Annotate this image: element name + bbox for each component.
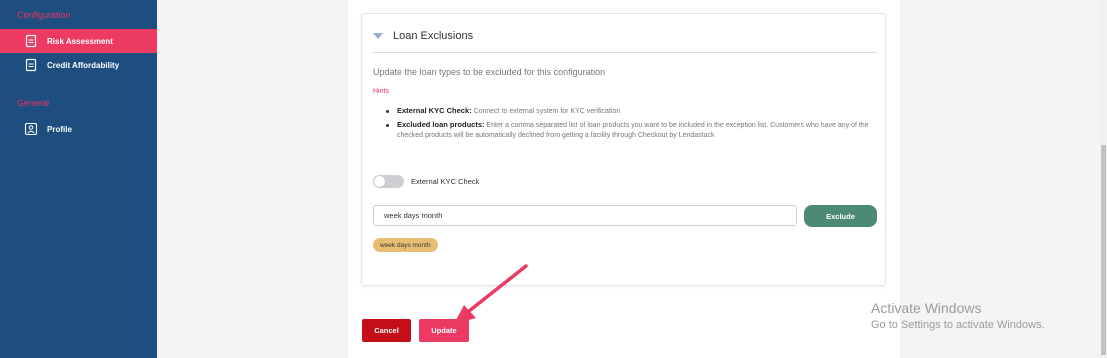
- hints-title: Hints: [373, 88, 389, 95]
- bullet-icon: [386, 124, 389, 127]
- toggle-knob: [374, 176, 385, 187]
- section-title-general: General: [17, 98, 50, 108]
- list-item: External KYC Check: Connect to external …: [386, 106, 874, 117]
- sidebar: Configuration Risk Assessment Credit Aff…: [0, 0, 157, 358]
- excluded-products-input[interactable]: week days month: [373, 205, 797, 226]
- hint-text: Connect to external system for KYC verif…: [471, 108, 621, 115]
- excluded-product-tag[interactable]: week days month: [373, 238, 438, 252]
- sidebar-item-credit-affordability[interactable]: Credit Affordability: [0, 53, 157, 77]
- sidebar-item-risk-assessment[interactable]: Risk Assessment: [0, 29, 157, 53]
- hint-term: Excluded loan products:: [397, 120, 485, 129]
- chevron-down-icon: [373, 33, 383, 39]
- external-kyc-row: External KYC Check: [373, 175, 479, 188]
- sidebar-item-label: Credit Affordability: [47, 60, 120, 70]
- annotation-arrow-icon: [454, 264, 528, 324]
- card-description: Update the loan types to be excluded for…: [373, 67, 606, 77]
- document-icon: [25, 34, 37, 48]
- external-kyc-label: External KYC Check: [411, 177, 480, 186]
- watermark-line-1: Activate Windows: [871, 300, 982, 316]
- watermark-line-2: Go to Settings to activate Windows.: [871, 319, 1045, 331]
- loan-exclusions-card: Loan Exclusions Update the loan types to…: [361, 13, 886, 286]
- scrollbar-thumb[interactable]: [1101, 145, 1106, 355]
- sidebar-item-label: Profile: [47, 124, 72, 134]
- card-title: Loan Exclusions: [393, 30, 474, 42]
- section-title-configuration: Configuration: [17, 10, 71, 20]
- bullet-icon: [386, 110, 389, 113]
- hint-list: External KYC Check: Connect to external …: [386, 106, 874, 144]
- card-header[interactable]: Loan Exclusions: [373, 30, 473, 42]
- divider: [373, 52, 877, 53]
- cancel-button[interactable]: Cancel: [362, 319, 411, 342]
- sidebar-item-profile[interactable]: Profile: [0, 117, 157, 141]
- list-item: Excluded loan products: Enter a comma se…: [386, 120, 874, 141]
- sidebar-item-label: Risk Assessment: [47, 36, 113, 46]
- exclude-button[interactable]: Exclude: [804, 205, 877, 227]
- document-icon: [25, 58, 37, 72]
- external-kyc-toggle[interactable]: [373, 175, 404, 188]
- hint-term: External KYC Check:: [397, 106, 472, 115]
- profile-icon: [24, 122, 38, 136]
- windows-activation-watermark: Activate Windows Go to Settings to activ…: [871, 300, 1045, 331]
